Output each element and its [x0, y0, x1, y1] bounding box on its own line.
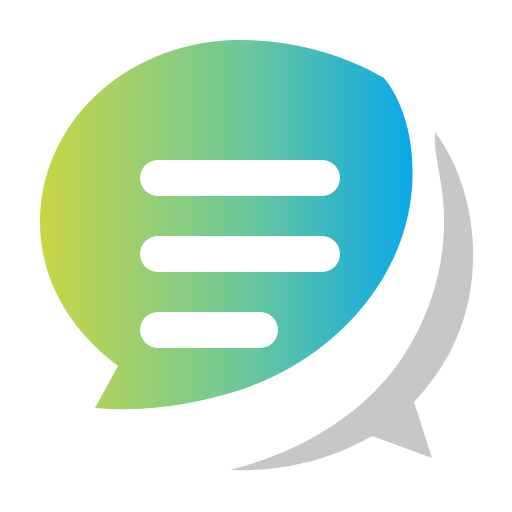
- message-line-3: [140, 312, 278, 348]
- app-icon-canvas: [0, 0, 512, 512]
- chat-bubbles-icon: [40, 40, 474, 471]
- front-bubble: [40, 40, 413, 410]
- message-line-1: [140, 160, 340, 196]
- message-line-2: [140, 236, 340, 272]
